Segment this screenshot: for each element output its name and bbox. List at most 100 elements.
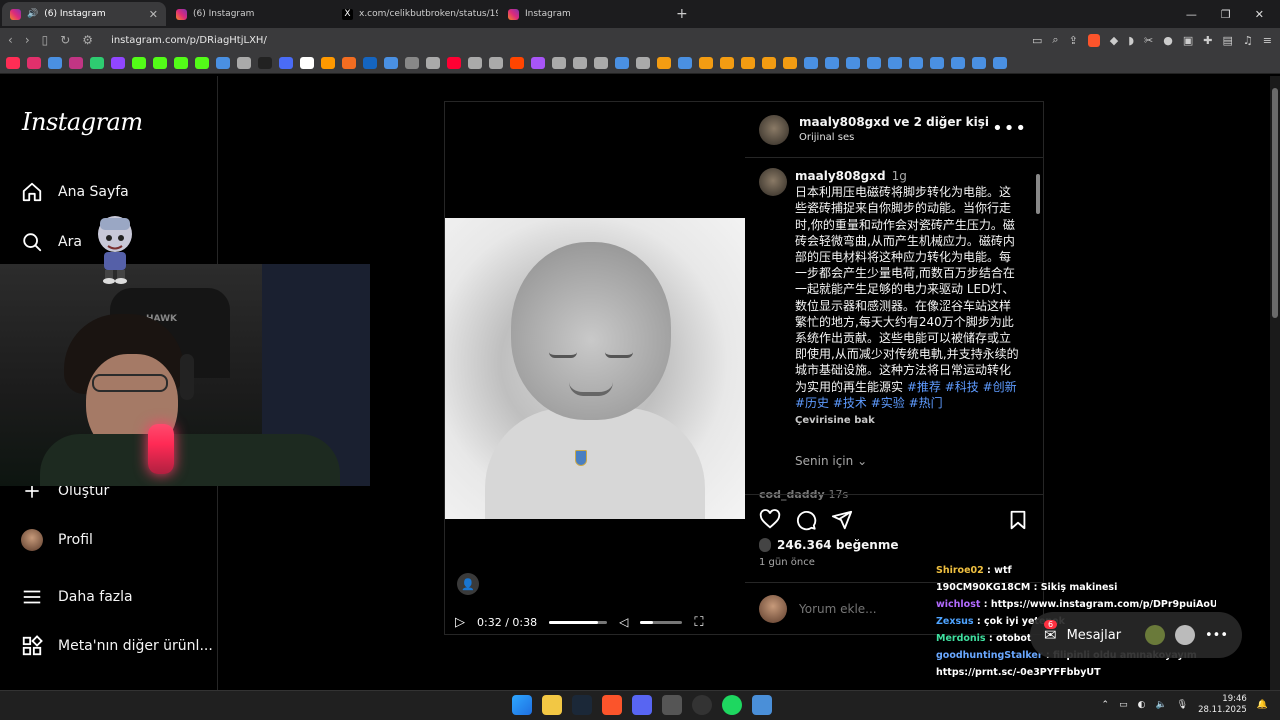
app-icon[interactable] bbox=[662, 695, 682, 715]
fullscreen-icon[interactable]: ⛶ bbox=[694, 615, 703, 630]
bookmark-favicon-icon[interactable] bbox=[615, 56, 629, 69]
bookmark-favicon-icon[interactable] bbox=[195, 56, 209, 69]
bookmark-favicon-icon[interactable] bbox=[48, 56, 62, 69]
notification-icon[interactable]: 🔔 bbox=[1257, 700, 1268, 710]
bookmark-favicon-icon[interactable] bbox=[678, 56, 692, 69]
comment-icon[interactable] bbox=[795, 509, 817, 531]
brave-shield-icon[interactable] bbox=[1087, 33, 1100, 47]
close-window-icon[interactable]: ✕ bbox=[1255, 8, 1264, 21]
bookmark-favicon-icon[interactable] bbox=[804, 56, 818, 69]
author-username[interactable]: maaly808gxd bbox=[799, 115, 890, 129]
nav-meta-products[interactable]: Meta'nın diğer ürünl... bbox=[20, 634, 213, 658]
volume-slider[interactable] bbox=[640, 620, 683, 624]
like-count[interactable]: 246.364 beğenme bbox=[759, 538, 898, 552]
share-icon[interactable]: ⇪ bbox=[1069, 34, 1078, 47]
bookmark-favicon-icon[interactable] bbox=[867, 56, 881, 69]
bookmark-favicon-icon[interactable] bbox=[321, 56, 335, 69]
bookmark-favicon-icon[interactable] bbox=[132, 56, 146, 69]
url-field[interactable]: instagram.com/p/DRiagHtjLXH/ bbox=[111, 35, 267, 46]
more-options-icon[interactable]: ••• bbox=[992, 118, 1027, 139]
brave-icon[interactable] bbox=[602, 695, 622, 715]
bookmark-favicon-icon[interactable] bbox=[216, 56, 230, 69]
bookmark-favicon-icon[interactable] bbox=[111, 56, 125, 69]
comment-input[interactable] bbox=[799, 601, 959, 616]
bookmark-favicon-icon[interactable] bbox=[657, 56, 671, 69]
share-icon[interactable] bbox=[831, 509, 853, 531]
volume-icon[interactable]: ◁ bbox=[619, 615, 628, 629]
tab-instagram-3[interactable]: Instagram bbox=[500, 2, 664, 26]
save-icon[interactable] bbox=[1007, 509, 1029, 531]
network-icon[interactable]: ◐ bbox=[1138, 700, 1146, 710]
site-settings-icon[interactable]: ⚙ bbox=[82, 33, 93, 47]
user-tags-icon[interactable]: 👤 bbox=[457, 573, 479, 595]
bookmark-favicon-icon[interactable] bbox=[552, 56, 566, 69]
bookmark-favicon-icon[interactable] bbox=[594, 56, 608, 69]
see-translation-link[interactable]: Çevirisine bak bbox=[795, 413, 1021, 429]
cast-icon[interactable]: ▭ bbox=[1032, 34, 1042, 47]
audio-label[interactable]: Orijinal ses bbox=[799, 130, 989, 145]
bookmark-favicon-icon[interactable] bbox=[909, 56, 923, 69]
bookmark-favicon-icon[interactable] bbox=[300, 56, 314, 69]
bookmark-favicon-icon[interactable] bbox=[741, 56, 755, 69]
bookmark-favicon-icon[interactable] bbox=[447, 56, 461, 69]
bookmark-favicon-icon[interactable] bbox=[720, 56, 734, 69]
messages-button[interactable]: ✉ 6 Mesajlar ••• bbox=[1030, 612, 1242, 658]
bookmark-favicon-icon[interactable] bbox=[90, 56, 104, 69]
bookmark-favicon-icon[interactable] bbox=[468, 56, 482, 69]
forward-icon[interactable]: › bbox=[25, 33, 30, 47]
bookmark-favicon-icon[interactable] bbox=[489, 56, 503, 69]
bookmark-favicon-icon[interactable] bbox=[930, 56, 944, 69]
bookmark-favicon-icon[interactable] bbox=[27, 56, 41, 69]
nav-search[interactable]: Ara bbox=[20, 230, 82, 254]
bookmark-favicon-icon[interactable] bbox=[258, 56, 272, 69]
bookmark-favicon-icon[interactable] bbox=[951, 56, 965, 69]
page-scrollbar[interactable] bbox=[1270, 76, 1280, 690]
video-progress[interactable] bbox=[549, 620, 608, 624]
bookmark-favicon-icon[interactable] bbox=[363, 56, 377, 69]
bookmark-icon[interactable]: ▯ bbox=[42, 33, 49, 47]
chevron-up-icon[interactable]: ⌃ bbox=[1102, 700, 1110, 710]
mic-icon[interactable]: 🎙 bbox=[1177, 700, 1188, 710]
bookmark-favicon-icon[interactable] bbox=[237, 56, 251, 69]
spotify-icon[interactable] bbox=[722, 695, 742, 715]
caption-scrollbar[interactable] bbox=[1035, 160, 1041, 492]
bookmark-favicon-icon[interactable] bbox=[405, 56, 419, 69]
instagram-logo[interactable]: Instagram bbox=[22, 108, 143, 136]
bookmark-favicon-icon[interactable] bbox=[762, 56, 776, 69]
bookmark-favicon-icon[interactable] bbox=[993, 56, 1007, 69]
restore-icon[interactable]: ❐ bbox=[1221, 8, 1231, 21]
scroll-thumb[interactable] bbox=[1036, 174, 1040, 214]
extension-icon[interactable]: ● bbox=[1163, 34, 1173, 47]
menu-icon[interactable]: ≡ bbox=[1263, 34, 1272, 47]
clock[interactable]: 19:46 28.11.2025 bbox=[1198, 694, 1247, 716]
bookmark-favicon-icon[interactable] bbox=[888, 56, 902, 69]
tab-instagram-2[interactable]: (6) Instagram bbox=[168, 2, 332, 26]
bookmark-favicon-icon[interactable] bbox=[426, 56, 440, 69]
speaker-icon[interactable]: 🔊 bbox=[27, 9, 38, 19]
extension-icon[interactable]: ✂ bbox=[1144, 34, 1153, 47]
bookmark-favicon-icon[interactable] bbox=[636, 56, 650, 69]
extension-icon[interactable]: ◆ bbox=[1110, 34, 1118, 47]
avatar[interactable] bbox=[759, 168, 787, 196]
new-tab-button[interactable]: + bbox=[676, 6, 688, 22]
more-icon[interactable]: ••• bbox=[1205, 628, 1228, 643]
like-icon[interactable] bbox=[759, 509, 781, 531]
music-icon[interactable]: ♫ bbox=[1243, 34, 1253, 47]
reel-video[interactable]: 👤 ▷ 0:32 / 0:38 ◁ ⛶ bbox=[445, 102, 745, 634]
play-icon[interactable]: ▷ bbox=[455, 615, 465, 630]
file-explorer-icon[interactable] bbox=[542, 695, 562, 715]
reload-icon[interactable]: ↻ bbox=[60, 33, 70, 47]
page-scroll-thumb[interactable] bbox=[1272, 88, 1278, 318]
bookmark-favicon-icon[interactable] bbox=[6, 56, 20, 69]
bookmark-favicon-icon[interactable] bbox=[384, 56, 398, 69]
bookmark-favicon-icon[interactable] bbox=[846, 56, 860, 69]
nav-home[interactable]: Ana Sayfa bbox=[20, 180, 129, 204]
author-others[interactable]: ve 2 diğer kişi bbox=[893, 115, 989, 129]
tab-x[interactable]: X x.com/celikbutbroken/status/19899 bbox=[334, 2, 498, 26]
volume-icon[interactable]: 🔈 bbox=[1155, 700, 1166, 710]
bookmark-favicon-icon[interactable] bbox=[825, 56, 839, 69]
bookmark-favicon-icon[interactable] bbox=[699, 56, 713, 69]
steam-icon[interactable] bbox=[572, 695, 592, 715]
bookmark-favicon-icon[interactable] bbox=[69, 56, 83, 69]
obs-icon[interactable] bbox=[692, 695, 712, 715]
